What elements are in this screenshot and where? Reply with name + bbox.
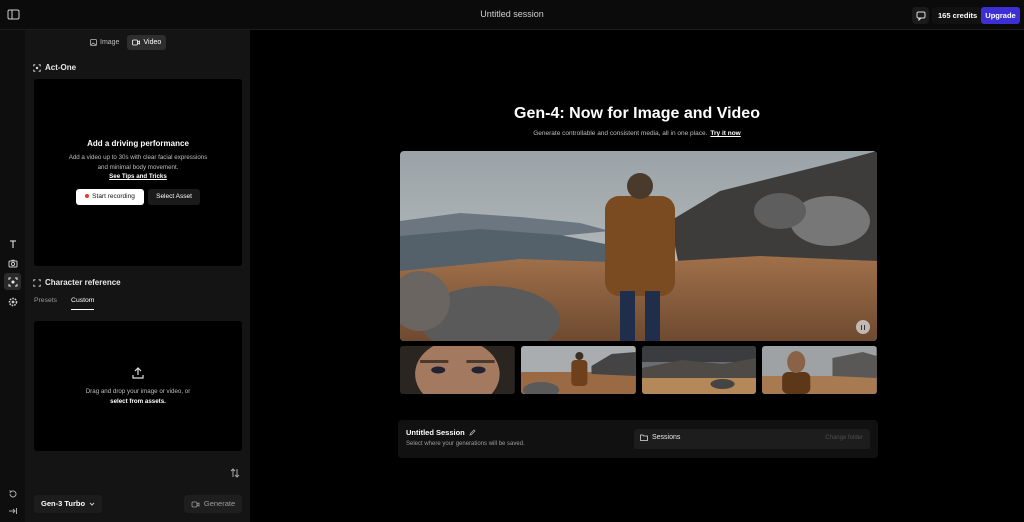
select-from-assets-link[interactable]: select from assets.	[110, 398, 166, 405]
pause-button[interactable]	[856, 320, 870, 334]
thumbnail-man-portrait[interactable]	[762, 346, 877, 394]
tool-rail	[0, 30, 25, 522]
generate-label: Generate	[203, 499, 236, 508]
upgrade-button[interactable]: Upgrade	[981, 7, 1020, 24]
session-title-row: Untitled Session	[406, 428, 476, 437]
character-reference-icon	[33, 278, 41, 287]
thumbnail-face-closeup[interactable]	[400, 346, 515, 394]
select-asset-button[interactable]: Select Asset	[148, 189, 200, 205]
thumbnail-walking-man[interactable]	[520, 346, 636, 394]
session-panel: Untitled Session Select where your gener…	[398, 420, 878, 458]
video-icon	[191, 501, 200, 507]
session-name: Untitled Session	[406, 428, 465, 437]
record-dot-icon	[85, 194, 90, 199]
camera-tool-icon[interactable]	[4, 254, 21, 271]
start-recording-button[interactable]: Start recording	[76, 189, 144, 205]
chat-icon	[916, 11, 925, 21]
tab-image[interactable]: Image	[85, 35, 124, 50]
settings-tool-icon[interactable]	[4, 293, 21, 310]
change-folder-button[interactable]: Change folder	[825, 435, 863, 441]
video-frame-image	[400, 151, 877, 341]
pause-icon-bar	[860, 324, 863, 330]
image-icon	[90, 39, 97, 46]
session-description: Select where your generations will be sa…	[406, 441, 525, 447]
hero-video[interactable]	[400, 151, 877, 341]
swap-icon[interactable]	[229, 467, 241, 479]
mode-switch: Image Video	[85, 35, 167, 50]
tab-video[interactable]: Video	[127, 35, 167, 50]
tab-image-label: Image	[100, 39, 120, 46]
folder-select[interactable]: Sessions Change folder	[634, 429, 870, 449]
hero-subtitle: Generate controllable and consistent med…	[250, 130, 1024, 137]
history-icon[interactable]	[4, 485, 21, 502]
generate-button[interactable]: Generate	[184, 495, 242, 513]
driving-description: Add a video up to 30s with clear facial …	[68, 154, 208, 171]
try-it-now-link[interactable]: Try it now	[710, 130, 740, 137]
act-one-tool-icon[interactable]	[4, 273, 21, 290]
character-drop-zone[interactable]: Drag and drop your image or video, or se…	[34, 321, 242, 451]
text-tool-icon[interactable]	[4, 235, 21, 252]
character-reference-title: Character reference	[45, 278, 121, 287]
chevron-down-icon	[89, 502, 95, 506]
left-panel: Image Video Act-One Add a driving perfor…	[25, 30, 250, 522]
session-title: Untitled session	[480, 9, 544, 19]
credits-badge[interactable]: 165 credits	[932, 7, 984, 24]
driving-performance-area[interactable]: Add a driving performance Add a video up…	[34, 79, 242, 266]
hero-title: Gen-4: Now for Image and Video	[514, 105, 760, 122]
collapse-icon[interactable]	[4, 502, 21, 519]
drop-zone-text: Drag and drop your image or video, or se…	[84, 387, 192, 407]
act-one-icon	[33, 63, 41, 72]
tab-video-label: Video	[143, 39, 162, 46]
tips-link[interactable]: See Tips and Tricks	[34, 173, 242, 180]
pencil-icon[interactable]	[469, 429, 476, 436]
act-one-header: Act-One	[33, 63, 76, 72]
video-icon	[132, 39, 141, 46]
model-select-label: Gen-3 Turbo	[41, 499, 86, 508]
tab-custom[interactable]: Custom	[71, 297, 95, 310]
drop-zone-instruction: Drag and drop your image or video, or	[85, 388, 191, 395]
folder-icon	[640, 434, 648, 441]
pause-icon-bar	[863, 324, 866, 330]
hero-subtitle-text: Generate controllable and consistent med…	[533, 130, 708, 137]
thumbnail-strip	[400, 346, 877, 394]
tab-presets[interactable]: Presets	[34, 297, 57, 310]
model-select[interactable]: Gen-3 Turbo	[34, 495, 103, 513]
start-recording-label: Start recording	[92, 193, 135, 200]
driving-heading: Add a driving performance	[87, 139, 189, 148]
character-reference-header: Character reference	[33, 278, 121, 287]
feedback-button[interactable]	[912, 7, 929, 24]
top-bar: Untitled session 165 credits Upgrade	[0, 0, 1024, 30]
character-tabs: Presets Custom	[34, 297, 95, 310]
main-area: Gen-4: Now for Image and Video Generate …	[250, 30, 1024, 522]
folder-label: Sessions	[640, 434, 680, 441]
folder-name: Sessions	[652, 434, 681, 441]
upload-icon	[132, 367, 144, 379]
act-one-title: Act-One	[45, 63, 77, 72]
thumbnail-landscape[interactable]	[641, 346, 757, 394]
